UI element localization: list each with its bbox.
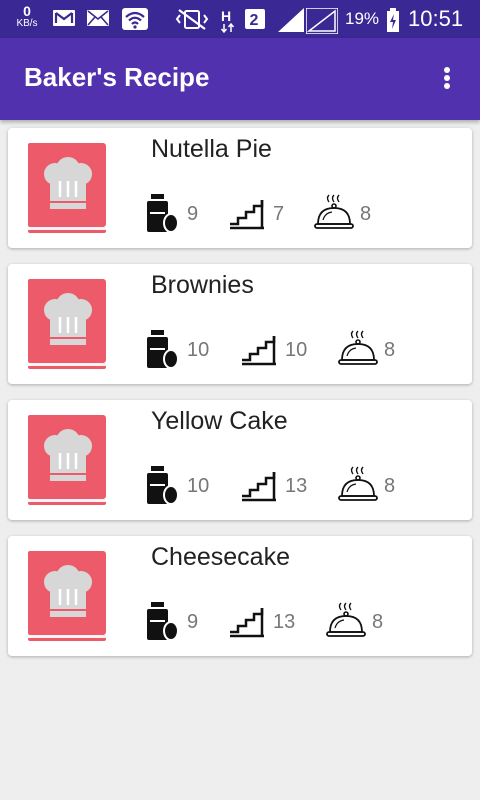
servings-value: 8 [360, 203, 372, 225]
steps-value: 13 [285, 475, 308, 497]
recipe-title: Cheesecake [151, 543, 290, 571]
overflow-menu-dot [444, 83, 450, 89]
signal-outline-icon [306, 8, 338, 34]
chef-hat-icon [44, 565, 92, 617]
network-type-label: H [221, 8, 231, 24]
chef-hat-icon [44, 293, 92, 345]
ingredients-icon [147, 602, 179, 641]
recipe-thumbnail [28, 551, 108, 643]
steps-icon [242, 336, 276, 366]
ingredients-icon [147, 330, 179, 369]
recipe-list: Nutella Pie 9 7 8 Brownies 10 10 8 Yello… [8, 128, 472, 672]
signal-icon [278, 8, 304, 32]
network-speed-value: 0 [23, 3, 31, 19]
sim-2-icon: 2 [245, 9, 265, 29]
ingredients-value: 10 [187, 475, 210, 497]
book-back-cover [28, 502, 106, 505]
recipe-title: Brownies [151, 271, 254, 299]
app-bar: Baker's Recipe [0, 38, 480, 120]
chef-hat-icon [44, 157, 92, 209]
ingredients-value: 9 [187, 611, 199, 633]
book-back-cover [28, 366, 106, 369]
serving-dish-icon [338, 330, 378, 365]
clock: 10:51 [408, 6, 464, 31]
vibrate-mute-icon [175, 9, 209, 30]
recipe-card-cheesecake[interactable]: Cheesecake 9 13 8 [8, 536, 472, 656]
ingredients-icon [147, 194, 179, 233]
recipe-thumbnail [28, 415, 108, 507]
overflow-menu-icon [444, 67, 450, 73]
network-speed-unit: KB/s [16, 18, 38, 29]
steps-icon [230, 200, 264, 230]
ingredients-value: 10 [187, 339, 210, 361]
book-back-cover [28, 638, 106, 641]
chef-hat-icon [44, 429, 92, 481]
battery-percent: 19% [345, 9, 380, 28]
steps-icon [242, 472, 276, 502]
app-title: Baker's Recipe [24, 62, 210, 92]
serving-dish-icon [314, 194, 354, 229]
serving-dish-icon [338, 466, 378, 501]
recipe-card-yellow-cake[interactable]: Yellow Cake 10 13 8 [8, 400, 472, 520]
servings-value: 8 [384, 475, 396, 497]
servings-value: 8 [372, 611, 384, 633]
serving-dish-icon [326, 602, 366, 637]
wifi-icon [122, 8, 148, 30]
sim-slot-label: 2 [250, 12, 259, 29]
ingredients-icon [147, 466, 179, 505]
steps-icon [230, 608, 264, 638]
recipe-thumbnail [28, 279, 108, 371]
recipe-thumbnail [28, 143, 108, 235]
gmail-icon [53, 10, 75, 26]
book-back-cover [28, 230, 106, 233]
recipe-card-brownies[interactable]: Brownies 10 10 8 [8, 264, 472, 384]
recipe-card-nutella-pie[interactable]: Nutella Pie 9 7 8 [8, 128, 472, 248]
recipe-title: Nutella Pie [151, 135, 272, 163]
network-speed: 0 KB/s [12, 4, 42, 29]
steps-value: 13 [273, 611, 296, 633]
servings-value: 8 [384, 339, 396, 361]
email-icon [87, 10, 109, 26]
steps-value: 7 [273, 203, 285, 225]
ingredients-value: 9 [187, 203, 199, 225]
status-bar: 0 KB/s H 2 19% 10:51 [0, 0, 480, 38]
overflow-menu-button[interactable] [432, 60, 462, 96]
steps-value: 10 [285, 339, 308, 361]
network-type-icon: H [220, 8, 235, 34]
overflow-menu-dot [444, 75, 450, 81]
battery-charging-icon [387, 8, 399, 32]
recipe-title: Yellow Cake [151, 407, 288, 435]
